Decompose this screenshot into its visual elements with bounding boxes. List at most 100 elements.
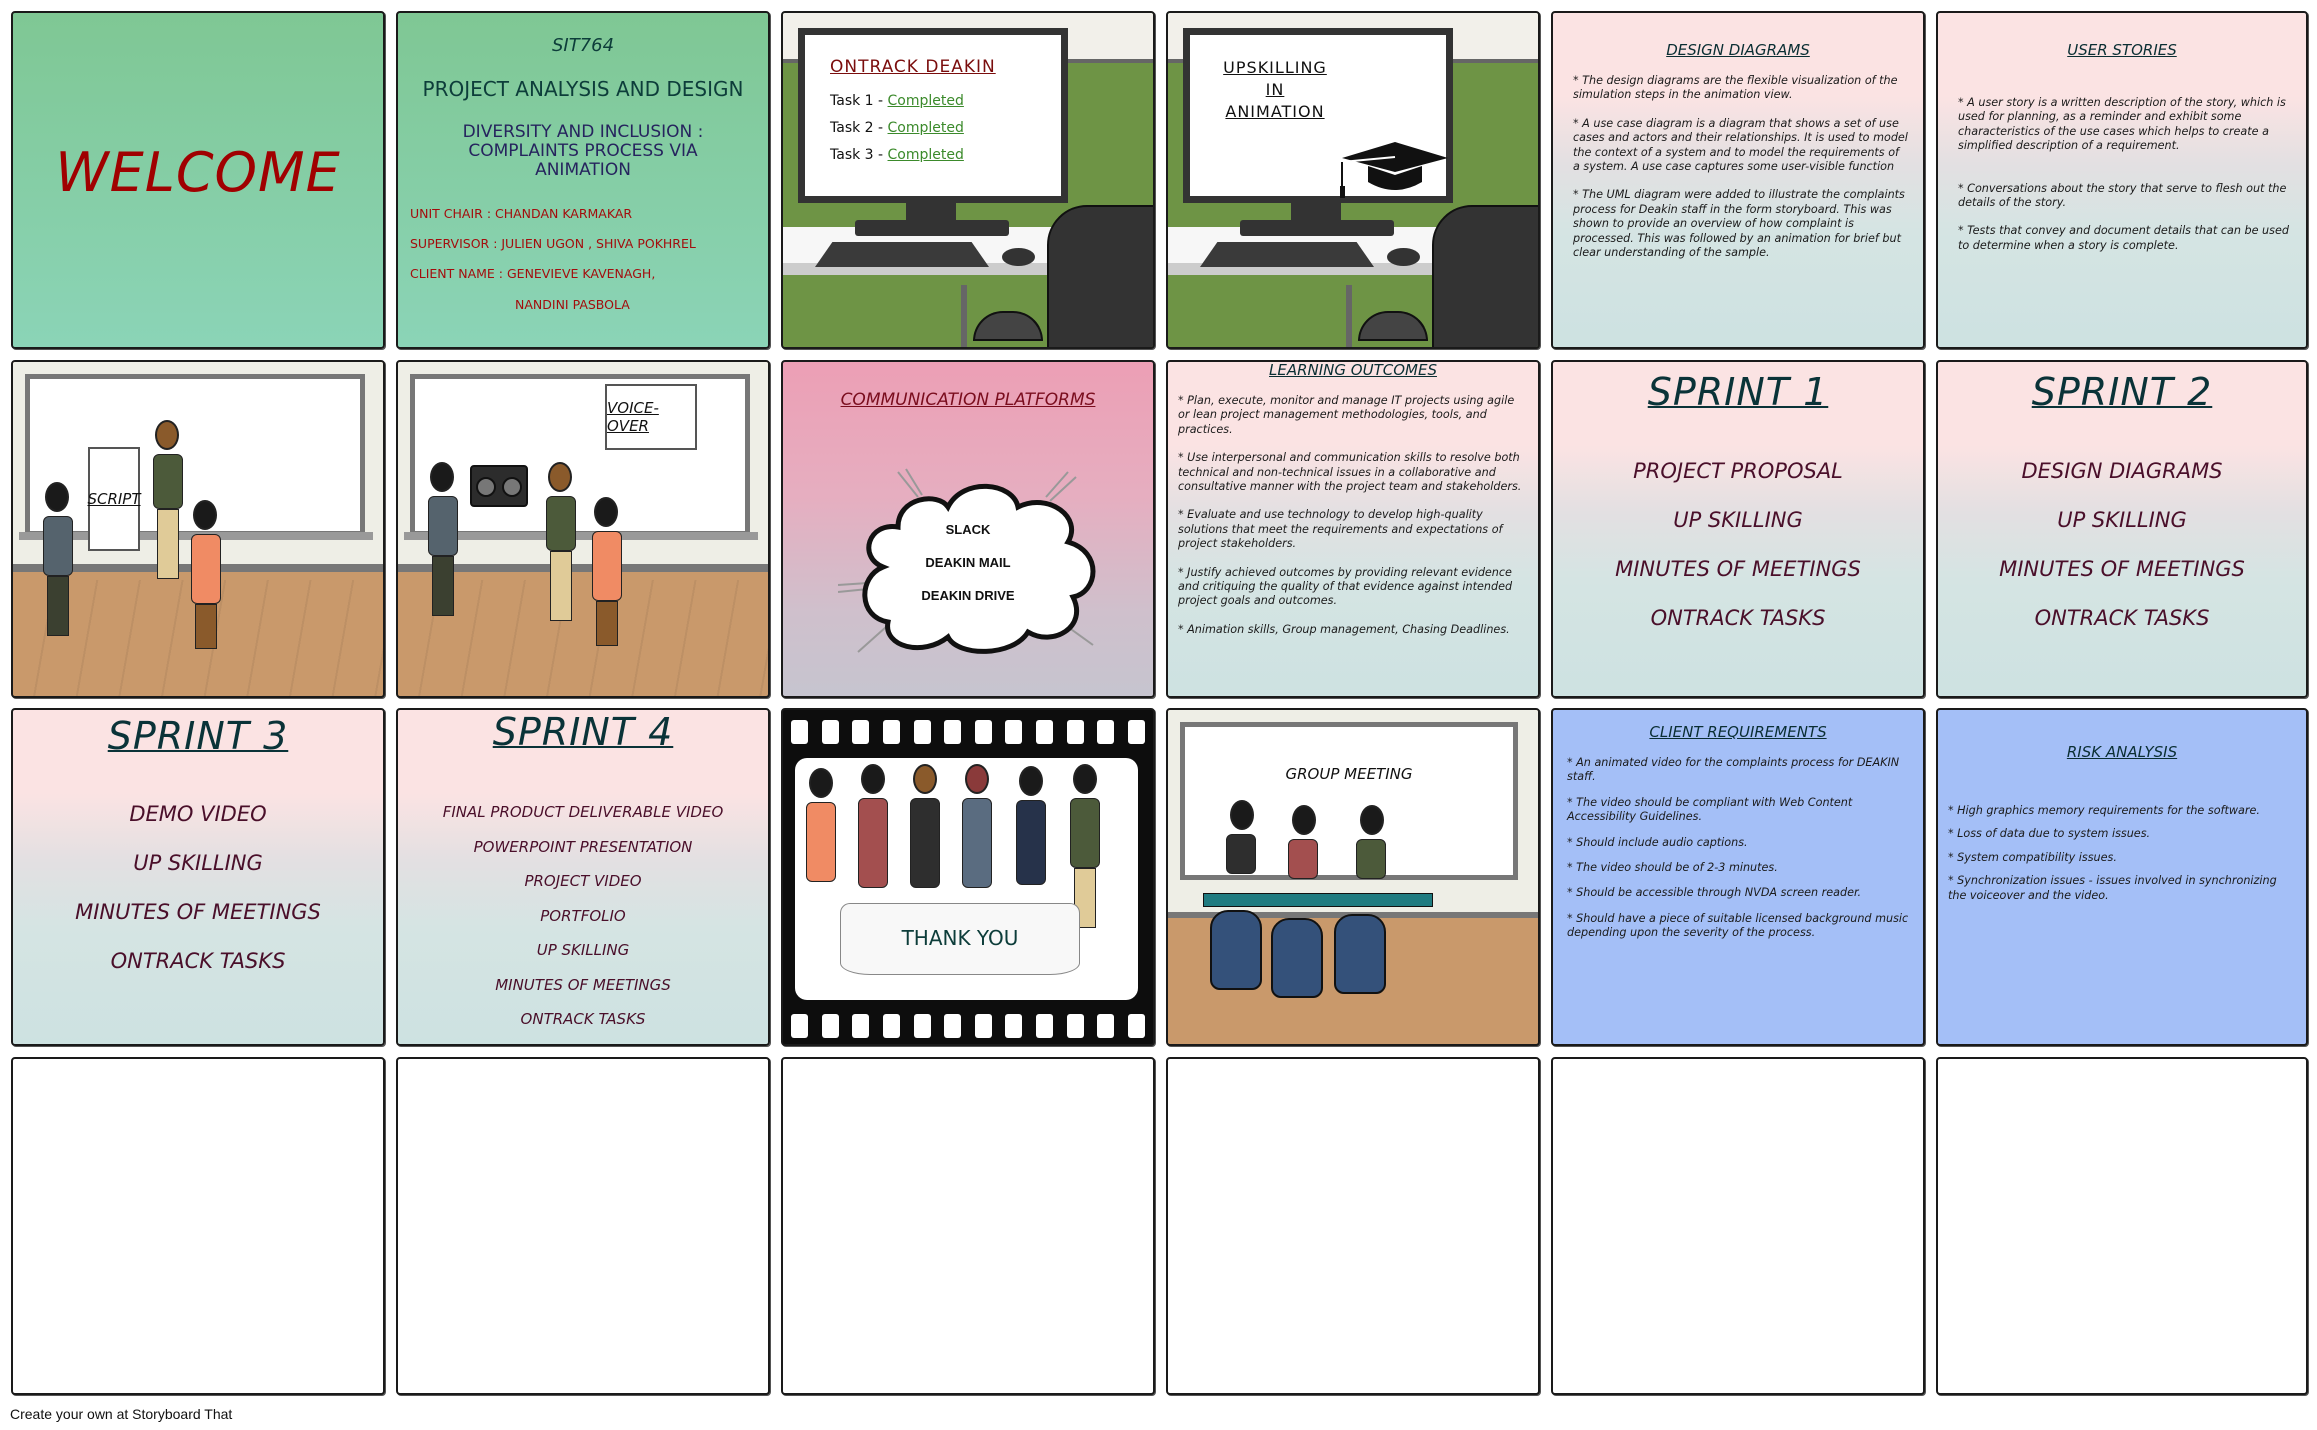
panel-sprint-1: SPRINT 1 PROJECT PROPOSAL UP SKILLING MI… — [1551, 360, 1925, 698]
sprint-item: MINUTES OF MEETINGS — [1999, 557, 2245, 581]
bullet-point: * Loss of data due to system issues. — [1948, 827, 2151, 841]
panel-communication: COMMUNICATION PLATFORMS SLACK DEAKIN MAI… — [781, 360, 1155, 698]
bullet-point: * The UML diagram were added to illustra… — [1573, 188, 1905, 260]
bullet-point: * The video should be compliant with Web… — [1567, 795, 1853, 824]
task-status: Completed — [887, 93, 964, 109]
bullet-point: * An animated video for the complaints p… — [1567, 756, 1900, 784]
film-hole — [882, 720, 900, 744]
character-torso — [428, 496, 458, 556]
film-hole — [852, 720, 870, 744]
unit-chair: UNIT CHAIR : CHANDAN KARMAKAR — [410, 206, 633, 221]
character-head — [430, 462, 454, 492]
empty-panel — [1936, 1057, 2308, 1395]
panel-group-meeting: GROUP MEETING — [1166, 708, 1540, 1046]
storyboard-that-credit-link[interactable]: Create your own at Storyboard That — [10, 1406, 232, 1422]
sprint-item: DESIGN DIAGRAMS — [2021, 459, 2223, 483]
panel-design-diagrams: DESIGN DIAGRAMS * The design diagrams ar… — [1551, 11, 1925, 349]
film-hole — [1036, 1014, 1053, 1038]
panel-client-requirements: CLIENT REQUIREMENTS * An animated video … — [1551, 708, 1925, 1046]
boombox-icon — [470, 465, 528, 507]
film-hole — [852, 1014, 870, 1038]
ontrack-title: ONTRACK DEAKIN — [830, 57, 996, 77]
character-head — [965, 764, 989, 794]
client-requirements-heading: CLIENT REQUIREMENTS — [1649, 723, 1827, 741]
bullet-point: * System compatibility issues. — [1948, 850, 2117, 864]
office-chair-icon — [1047, 205, 1153, 347]
group-meeting-text: GROUP MEETING — [1285, 765, 1413, 783]
office-chair-icon — [1271, 918, 1323, 998]
character-torso — [153, 454, 183, 509]
desk-leg — [961, 285, 967, 347]
sprint-item: MINUTES OF MEETINGS — [75, 900, 321, 924]
bullet-point: * Use interpersonal and communication sk… — [1178, 451, 1522, 494]
project-title: DIVERSITY AND INCLUSION : COMPLAINTS PRO… — [462, 122, 704, 180]
sprint-item: UP SKILLING — [536, 941, 630, 959]
film-hole — [1097, 1014, 1115, 1038]
sprint-title: SPRINT 1 — [1647, 370, 1829, 414]
sprint-item: ONTRACK TASKS — [2034, 606, 2210, 630]
design-diagrams-heading: DESIGN DIAGRAMS — [1666, 41, 1810, 59]
client-requirements-body: * An animated video for the complaints p… — [1567, 756, 1909, 955]
panel-ontrack: ONTRACK DEAKIN Task 1 - Completed Task 2… — [781, 11, 1155, 349]
keyboard-icon — [1200, 242, 1374, 267]
empty-panel — [11, 1057, 385, 1395]
mouse-icon — [1387, 248, 1420, 266]
character-head — [155, 420, 179, 450]
character-head — [913, 764, 937, 794]
empty-panel — [1551, 1057, 1925, 1395]
film-hole — [1005, 1014, 1023, 1038]
thank-you-banner: THANK YOU — [840, 903, 1080, 975]
sprint-title: SPRINT 4 — [492, 710, 674, 754]
sprint-item: PORTFOLIO — [540, 907, 626, 925]
course-name: PROJECT ANALYSIS AND DESIGN — [422, 77, 744, 101]
film-hole — [1097, 720, 1115, 744]
voice-over-sign: VOICE-OVER — [605, 384, 697, 450]
risk-analysis-heading: RISK ANALYSIS — [2066, 743, 2178, 761]
meeting-table — [1203, 893, 1433, 907]
character-head — [1292, 805, 1316, 835]
film-hole — [1066, 1014, 1084, 1038]
character-legs — [596, 601, 618, 646]
learning-outcomes-body: * Plan, execute, monitor and manage IT p… — [1178, 394, 1524, 651]
chair-arm — [973, 311, 1043, 341]
character-head — [1073, 764, 1097, 794]
bullet-point: * Tests that convey and document details… — [1958, 224, 2289, 252]
sprint-title: SPRINT 3 — [107, 714, 289, 758]
panel-project-info: SIT764 PROJECT ANALYSIS AND DESIGN DIVER… — [396, 11, 770, 349]
sprint-item: MINUTES OF MEETINGS — [1615, 557, 1861, 581]
empty-panel — [396, 1057, 770, 1395]
title-line: UPSKILLING — [1223, 58, 1327, 77]
desk-leg — [1346, 285, 1352, 347]
panel-upskilling: UPSKILLING IN ANIMATION — [1166, 11, 1540, 349]
film-hole — [913, 1014, 931, 1038]
film-perforations-top — [791, 720, 1145, 744]
panel-learning-outcomes: LEARNING OUTCOMES * Plan, execute, monit… — [1166, 360, 1540, 698]
task-status: Completed — [887, 147, 964, 163]
film-hole — [1066, 720, 1084, 744]
character-torso — [43, 516, 73, 576]
film-hole — [791, 720, 808, 744]
film-hole — [944, 720, 962, 744]
character-head — [594, 497, 618, 527]
character-torso — [962, 798, 992, 888]
bullet-point: * Justify achieved outcomes by providing… — [1178, 565, 1513, 608]
panel-script: SCRIPT — [11, 360, 385, 698]
bullet-point: * Should be accessible through NVDA scre… — [1567, 886, 1862, 900]
monitor-base — [1240, 220, 1394, 236]
character-torso — [592, 531, 622, 601]
sprint-item: ONTRACK TASKS — [110, 949, 286, 973]
character-torso — [1356, 839, 1386, 879]
task-row: Task 1 - Completed — [830, 93, 964, 109]
bullet-point: * The video should be of 2-3 minutes. — [1567, 861, 1778, 875]
bullet-point: * Animation skills, Group management, Ch… — [1178, 622, 1510, 636]
film-hole — [882, 1014, 900, 1038]
film-hole — [1036, 720, 1053, 744]
panel-risk-analysis: RISK ANALYSIS * High graphics memory req… — [1936, 708, 2308, 1046]
sprint-item: ONTRACK TASKS — [1650, 606, 1826, 630]
film-hole — [821, 1014, 839, 1038]
film-hole — [821, 720, 839, 744]
character-legs — [195, 604, 217, 649]
character-head — [809, 768, 833, 798]
bullet-point: * Plan, execute, monitor and manage IT p… — [1178, 394, 1515, 436]
character-head — [861, 764, 885, 794]
